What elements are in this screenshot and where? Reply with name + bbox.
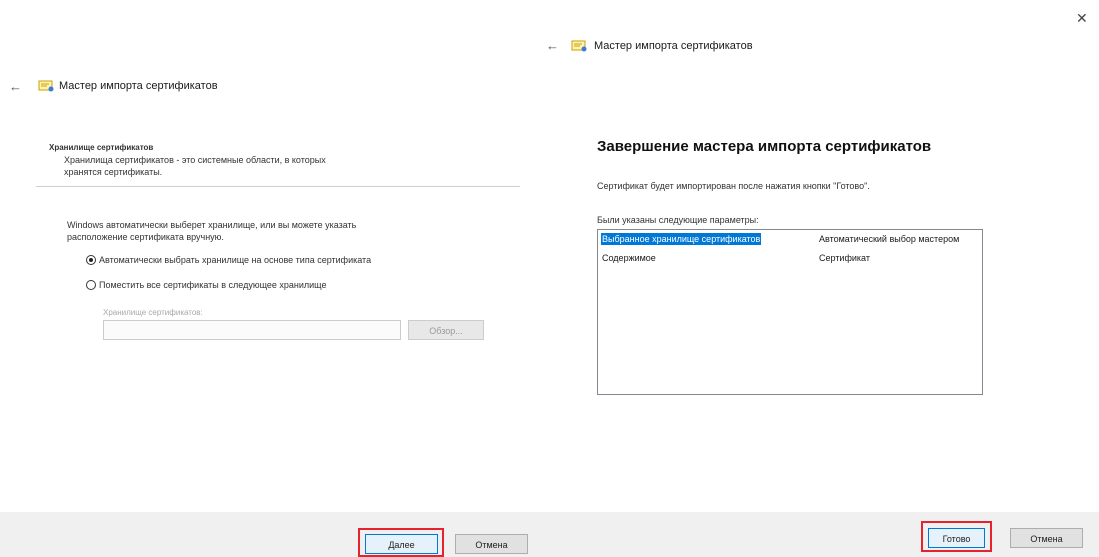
- param-value: Автоматический выбор мастером: [819, 234, 960, 244]
- divider: [36, 186, 520, 187]
- cancel-button[interactable]: Отмена: [1010, 528, 1083, 548]
- info-text: Сертификат будет импортирован после нажа…: [597, 181, 870, 191]
- wizard-title: Мастер импорта сертификатов: [59, 80, 218, 92]
- radio-auto-label[interactable]: Автоматически выбрать хранилище на основ…: [99, 254, 371, 266]
- store-input[interactable]: [103, 320, 401, 340]
- finish-button-highlight: [921, 521, 992, 552]
- section-title: Хранилище сертификатов: [49, 143, 154, 152]
- radio-auto[interactable]: [86, 255, 96, 265]
- section-desc-line1: Хранилища сертификатов - это системные о…: [64, 155, 326, 165]
- radio-manual[interactable]: [86, 280, 96, 290]
- cancel-button[interactable]: Отмена: [455, 534, 528, 554]
- param-value: Сертификат: [819, 253, 870, 263]
- back-arrow-icon[interactable]: ←: [546, 38, 559, 53]
- params-list[interactable]: Выбранное хранилище сертификатов Автомат…: [597, 229, 983, 395]
- certificate-icon: [571, 40, 587, 52]
- radio-manual-label[interactable]: Поместить все сертификаты в следующее хр…: [99, 279, 327, 291]
- close-icon[interactable]: ✕: [1076, 10, 1088, 27]
- page-heading: Завершение мастера импорта сертификатов: [597, 138, 932, 155]
- browse-button[interactable]: Обзор...: [408, 320, 484, 340]
- intro-line1: Windows автоматически выберет хранилище,…: [67, 220, 357, 230]
- certificate-import-wizard-store-page: ← Мастер импорта сертификатов Хранилище …: [0, 0, 540, 557]
- back-arrow-icon[interactable]: ←: [9, 79, 22, 94]
- wizard-title: Мастер импорта сертификатов: [594, 40, 753, 52]
- param-key[interactable]: Содержимое: [602, 252, 656, 264]
- next-button-highlight: [358, 528, 444, 557]
- intro-line2: расположение сертификата вручную.: [67, 232, 224, 242]
- param-key-selected[interactable]: Выбранное хранилище сертификатов: [601, 233, 762, 245]
- store-label: Хранилище сертификатов:: [103, 308, 203, 317]
- certificate-icon: [38, 80, 54, 92]
- params-label: Были указаны следующие параметры:: [597, 215, 759, 225]
- certificate-import-wizard-finish-page: ✕ ← Мастер импорта сертификатов Завершен…: [540, 0, 1099, 557]
- section-desc-line2: хранятся сертификаты.: [64, 167, 163, 177]
